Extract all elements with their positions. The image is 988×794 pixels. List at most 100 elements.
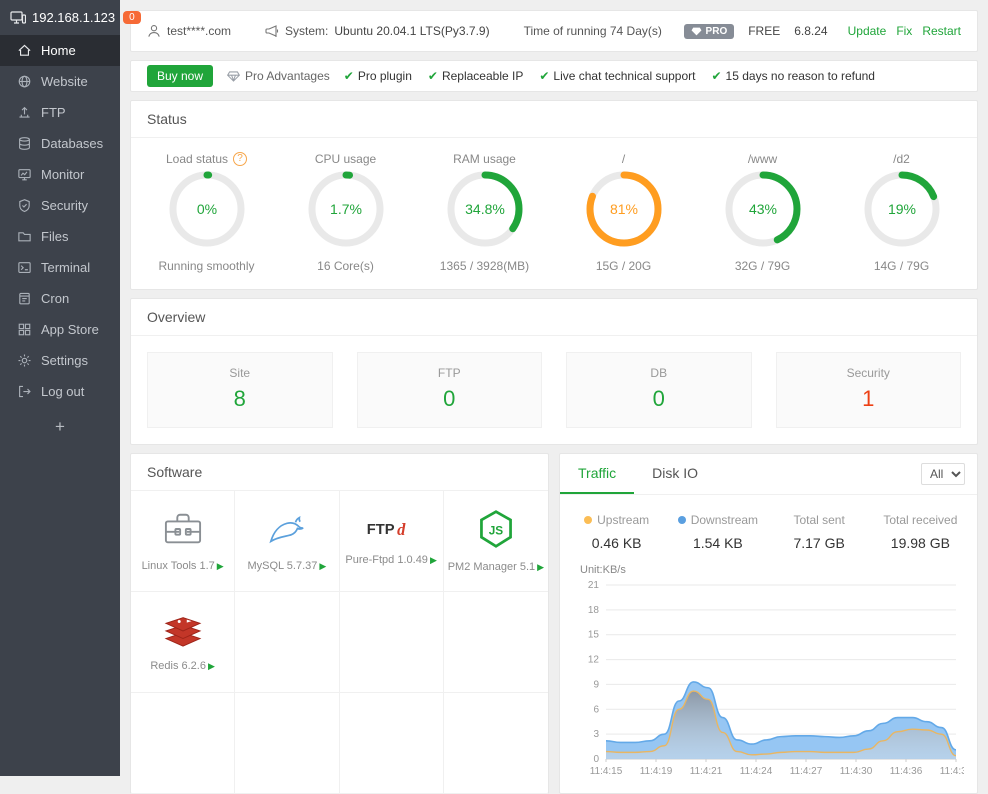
top-link-fix[interactable]: Fix [896,24,912,38]
home-icon [17,43,32,58]
user-group[interactable]: test****.com [147,24,231,38]
gauge-label-text: /www [748,152,777,166]
sidebar-item-cron[interactable]: Cron [0,283,120,314]
sidebar-item-logout[interactable]: Log out [0,376,120,407]
pro-advantages-group[interactable]: Pro Advantages [227,69,330,83]
database-icon [17,136,32,151]
traffic-stat-upstream: Upstream 0.46 KB [566,513,667,551]
svg-text:18: 18 [588,605,600,616]
message-count-badge[interactable]: 0 [123,11,141,24]
sidebar-item-website[interactable]: Website [0,66,120,97]
traffic-stat-label-text: Upstream [597,513,649,527]
overview-card-security[interactable]: Security1 [776,352,962,428]
sidebar-item-label: Security [41,198,88,213]
running-play-icon: ▶ [217,561,224,572]
svg-text:19%: 19% [887,201,915,217]
traffic-filter-select[interactable]: All [921,463,965,485]
software-item-pm2[interactable]: JSPM2 Manager 5.1▶ [444,491,548,592]
software-item-redis[interactable]: Redis 6.2.6▶ [131,592,235,693]
sidebar-item-label: Files [41,229,68,244]
svg-text:JS: JS [489,523,504,537]
sidebar-item-files[interactable]: Files [0,221,120,252]
software-cell-empty [340,592,444,693]
sidebar-item-databases[interactable]: Databases [0,128,120,159]
traffic-stat-label: Downstream [667,513,768,527]
server-ip[interactable]: 192.168.1.123 [32,10,115,25]
overview-title: Overview [131,299,977,336]
software-cell-empty [235,693,339,794]
user-icon [147,24,161,38]
help-icon[interactable]: ? [233,152,247,166]
sidebar-item-label: Monitor [41,167,84,182]
shield-icon [17,198,32,213]
pro-feature-label: Replaceable IP [442,69,523,83]
gauge-load-status: Load status? 0% Running smoothly [142,150,272,273]
gauge--www: /www 43% 32G / 79G [698,150,828,273]
software-item-label: MySQL 5.7.37 [247,560,317,572]
system-group: System: Ubuntu 20.04.1 LTS(Py3.7.9) [265,24,490,38]
software-item-label: Redis 6.2.6 [150,660,206,672]
software-item-name: Pure-Ftpd 1.0.49▶ [345,554,436,566]
redis-icon [162,612,204,651]
pro-feature-label: 15 days no reason to refund [726,69,875,83]
overview-card-label: Site [148,366,332,380]
svg-text:12: 12 [588,655,600,666]
ftpd-icon: FTPd [365,516,417,545]
svg-text:11:4:36: 11:4:36 [890,766,923,777]
svg-text:1.7%: 1.7% [330,201,362,217]
overview-card-value: 1 [777,386,961,412]
traffic-stat-label: Upstream [566,513,667,527]
pro-features: ✔Pro plugin✔Replaceable IP✔Live chat tec… [344,69,875,83]
sidebar-item-settings[interactable]: Settings [0,345,120,376]
traffic-stat-value: 0.46 KB [566,535,667,551]
gauge-label-text: CPU usage [315,152,376,166]
gauge-sub: 32G / 79G [698,259,828,273]
tab-traffic[interactable]: Traffic [560,454,634,494]
software-item-mysql[interactable]: MySQL 5.7.37▶ [235,491,339,592]
traffic-stat-value: 7.17 GB [769,535,870,551]
svg-text:Unit:KB/s: Unit:KB/s [580,564,626,576]
logout-icon [17,384,32,399]
software-title: Software [131,454,548,491]
software-cell-empty [340,693,444,794]
sidebar-item-ftp[interactable]: FTP [0,97,120,128]
overview-card-db[interactable]: DB0 [566,352,752,428]
overview-panel: Overview Site8 FTP0 DB0 Security1 [130,298,978,445]
pro-feature-label: Live chat technical support [553,69,695,83]
sidebar-item-home[interactable]: Home [0,35,120,66]
sidebar-item-security[interactable]: Security [0,190,120,221]
overview-card-site[interactable]: Site8 [147,352,333,428]
sidebar-add-button[interactable]: + [0,407,120,447]
overview-card-ftp[interactable]: FTP0 [357,352,543,428]
buy-now-button[interactable]: Buy now [147,65,213,87]
pro-badge[interactable]: PRO [684,24,735,39]
running-play-icon: ▶ [319,561,326,572]
svg-text:11:4:39: 11:4:39 [940,766,964,777]
gauge-label-text: Load status [166,152,228,166]
server-row[interactable]: 192.168.1.123 0 [0,0,120,35]
system-value: Ubuntu 20.04.1 LTS(Py3.7.9) [334,24,489,38]
traffic-stat-downstream: Downstream 1.54 KB [667,513,768,551]
software-item-name: MySQL 5.7.37▶ [247,560,326,572]
status-title: Status [131,101,977,138]
sidebar-item-terminal[interactable]: Terminal [0,252,120,283]
tab-disk-io[interactable]: Disk IO [634,454,716,494]
terminal-icon [17,260,32,275]
gauge-sub: 1365 / 3928(MB) [420,259,550,273]
software-item-pure-ftpd[interactable]: FTPd Pure-Ftpd 1.0.49▶ [340,491,444,592]
gauge-label: Load status? [142,150,272,168]
sidebar-item-monitor[interactable]: Monitor [0,159,120,190]
sidebar-item-label: Databases [41,136,103,151]
cron-icon [17,291,32,306]
top-link-restart[interactable]: Restart [922,24,961,38]
traffic-stat-value: 1.54 KB [667,535,768,551]
top-info-bar: test****.com System: Ubuntu 20.04.1 LTS(… [130,10,978,52]
top-link-update[interactable]: Update [848,24,887,38]
sidebar-item-appstore[interactable]: App Store [0,314,120,345]
sidebar-item-label: Home [41,43,76,58]
software-item-linux[interactable]: Linux Tools 1.7▶ [131,491,235,592]
pro-feature: ✔15 days no reason to refund [711,69,875,83]
sidebar-item-label: Cron [41,291,69,306]
mysql-icon [265,510,309,551]
svg-text:15: 15 [588,630,600,641]
